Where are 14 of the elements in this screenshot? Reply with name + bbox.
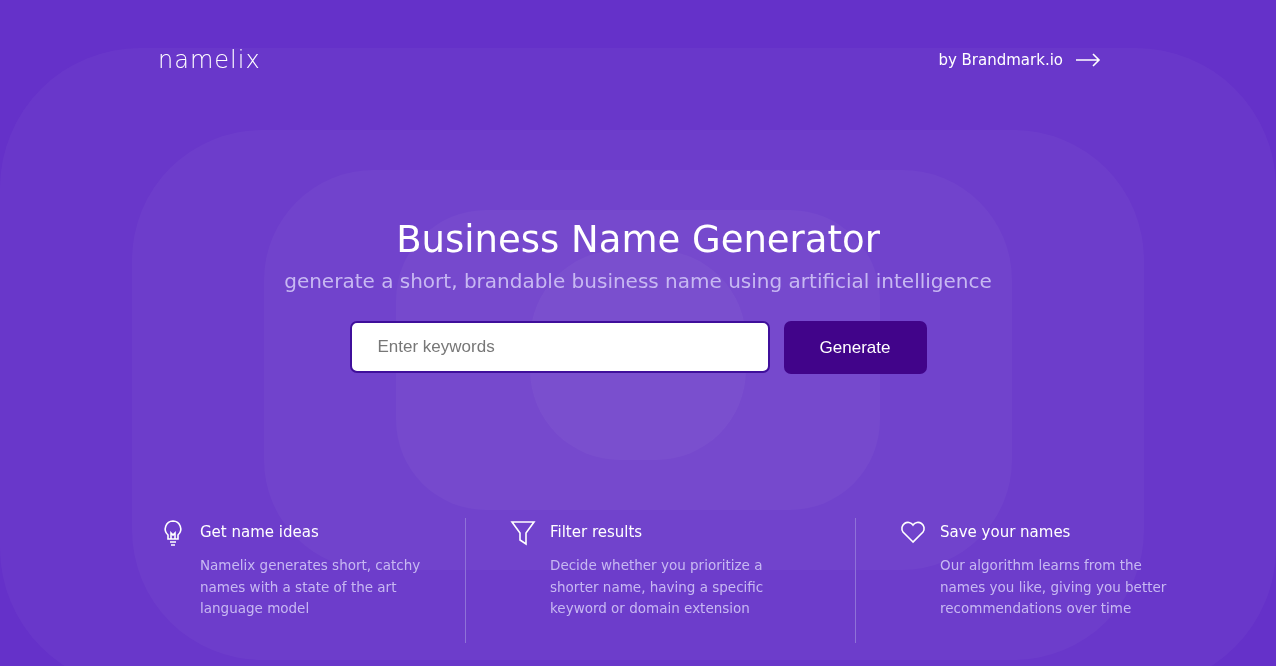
subtitle: generate a short, brandable business name using artificial intelligence bbox=[284, 269, 992, 293]
brandmark-link[interactable]: by Brandmark.io bbox=[938, 51, 1101, 69]
arrow-right-icon bbox=[1075, 53, 1101, 67]
feature-description: Our algorithm learns from the names you like, giving you better recommendations over time bbox=[940, 556, 1168, 618]
generate-button[interactable]: Generate bbox=[783, 321, 927, 374]
feature-title: Get name ideas bbox=[200, 523, 320, 541]
feature-description: Decide whether you prioritize a shorter name, having a specific keyword or domain extension bbox=[550, 556, 765, 618]
page-title: Business Name Generator bbox=[396, 218, 880, 261]
feature-title: Filter results bbox=[550, 523, 644, 541]
feature-title: Save your names bbox=[940, 523, 1072, 541]
feature-description: Namelix generates short, catchy names with a state of the art language model bbox=[200, 556, 422, 618]
keywords-input[interactable]: Enter keywords bbox=[349, 321, 770, 373]
filter-icon bbox=[510, 518, 536, 548]
logo[interactable]: namelix bbox=[158, 46, 261, 74]
